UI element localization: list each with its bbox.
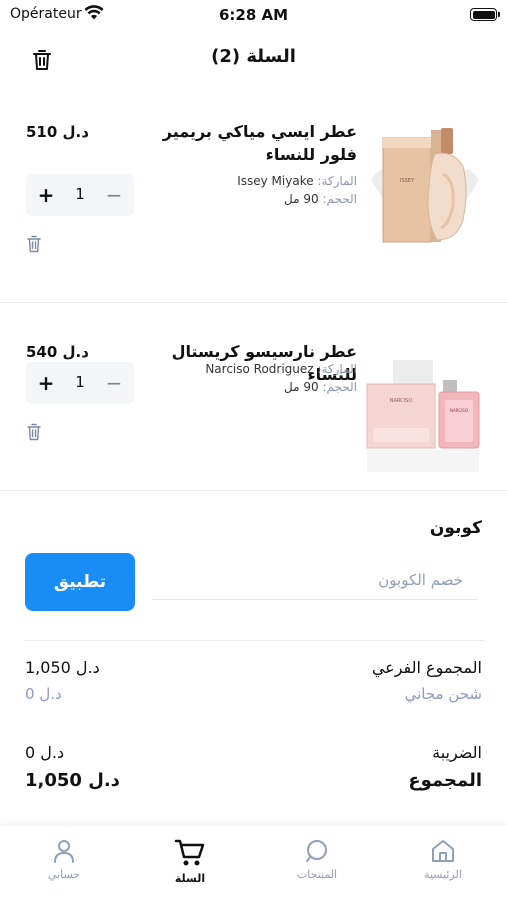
tab-label: السلة bbox=[174, 872, 206, 885]
product-size: الحجم: 90 مل bbox=[157, 192, 357, 206]
tab-home[interactable]: الرئيسية bbox=[403, 838, 483, 881]
shipping-row: شحن مجاني د.ل 0 bbox=[25, 685, 482, 709]
person-icon bbox=[54, 840, 74, 863]
tab-label: المنتجات bbox=[296, 868, 338, 881]
subtotal-row: المجموع الفرعي د.ل 1,050 bbox=[25, 658, 482, 682]
quantity-value: 1 bbox=[75, 185, 85, 203]
product-price: د.ل 510 bbox=[26, 123, 89, 141]
decrease-quantity-button[interactable]: − bbox=[96, 174, 132, 216]
size-value: 90 مل bbox=[284, 380, 319, 394]
brand-value: Narciso Rodriguez bbox=[205, 362, 314, 376]
subtotal-label: المجموع الفرعي bbox=[371, 658, 482, 677]
tab-cart[interactable]: السلة bbox=[150, 838, 230, 885]
total-value: د.ل 1,050 bbox=[25, 770, 120, 791]
total-row: المجموع د.ل 1,050 bbox=[25, 770, 482, 794]
product-image-narciso-rodriguez[interactable]: NARCISO NARCISO bbox=[363, 330, 487, 478]
clock: 6:28 AM bbox=[218, 6, 289, 24]
search-icon bbox=[306, 840, 327, 862]
size-label: الحجم: bbox=[322, 380, 357, 394]
subtotal-value: د.ل 1,050 bbox=[25, 658, 100, 677]
coupon-input[interactable] bbox=[152, 560, 477, 600]
page-header: السلة (2) bbox=[0, 38, 507, 78]
tab-label: حسابي bbox=[47, 868, 81, 881]
brand-label: الماركة: bbox=[317, 362, 357, 376]
divider bbox=[0, 490, 507, 491]
svg-text:NARCISO: NARCISO bbox=[390, 398, 413, 404]
svg-text:ISSEY: ISSEY bbox=[400, 178, 415, 184]
product-price: د.ل 540 bbox=[26, 343, 89, 361]
quantity-stepper: + 1 − bbox=[26, 174, 134, 216]
increase-quantity-button[interactable]: + bbox=[28, 362, 64, 404]
size-value: 90 مل bbox=[284, 192, 319, 206]
decrease-quantity-button[interactable]: − bbox=[96, 362, 132, 404]
shipping-label: شحن مجاني bbox=[404, 685, 482, 703]
tax-label: الضريبة bbox=[432, 743, 482, 762]
product-brand: الماركة: Narciso Rodriguez bbox=[157, 362, 357, 376]
tab-products[interactable]: المنتجات bbox=[277, 838, 357, 881]
tab-label: الرئيسية bbox=[424, 868, 462, 881]
quantity-value: 1 bbox=[75, 373, 85, 391]
remove-item-trash-icon[interactable] bbox=[26, 423, 42, 441]
cart-icon bbox=[174, 839, 205, 866]
bottom-tab-bar: حسابي السلة المنتجات الرئيسية bbox=[0, 826, 507, 900]
shipping-value: د.ل 0 bbox=[25, 685, 62, 703]
tab-account[interactable]: حسابي bbox=[24, 838, 104, 881]
apply-coupon-button[interactable]: تطبيق bbox=[25, 553, 135, 611]
home-icon bbox=[432, 840, 454, 862]
divider bbox=[0, 302, 507, 303]
product-title[interactable]: عطر ايسي مياكي بريمير فلور للنساء bbox=[127, 120, 357, 166]
brand-label: الماركة: bbox=[317, 174, 357, 188]
divider bbox=[25, 640, 485, 641]
product-brand: الماركة: Issey Miyake bbox=[157, 174, 357, 188]
tax-row: الضريبة د.ل 0 bbox=[25, 743, 482, 767]
quantity-stepper: + 1 − bbox=[26, 362, 134, 404]
svg-text:NARCISO: NARCISO bbox=[450, 408, 468, 413]
remove-item-trash-icon[interactable] bbox=[26, 235, 42, 253]
tax-value: د.ل 0 bbox=[25, 743, 65, 762]
status-bar: Opérateur 6:28 AM bbox=[0, 0, 507, 30]
page-title: السلة (2) bbox=[211, 46, 296, 67]
battery-icon bbox=[470, 8, 500, 21]
brand-value: Issey Miyake bbox=[237, 174, 314, 188]
size-label: الحجم: bbox=[322, 192, 357, 206]
coupon-label: كوبون bbox=[429, 518, 482, 538]
product-size: الحجم: 90 مل bbox=[157, 380, 357, 394]
total-label: المجموع bbox=[408, 770, 482, 791]
increase-quantity-button[interactable]: + bbox=[28, 174, 64, 216]
product-image-issey-miyake[interactable]: ISSEY bbox=[363, 110, 487, 258]
